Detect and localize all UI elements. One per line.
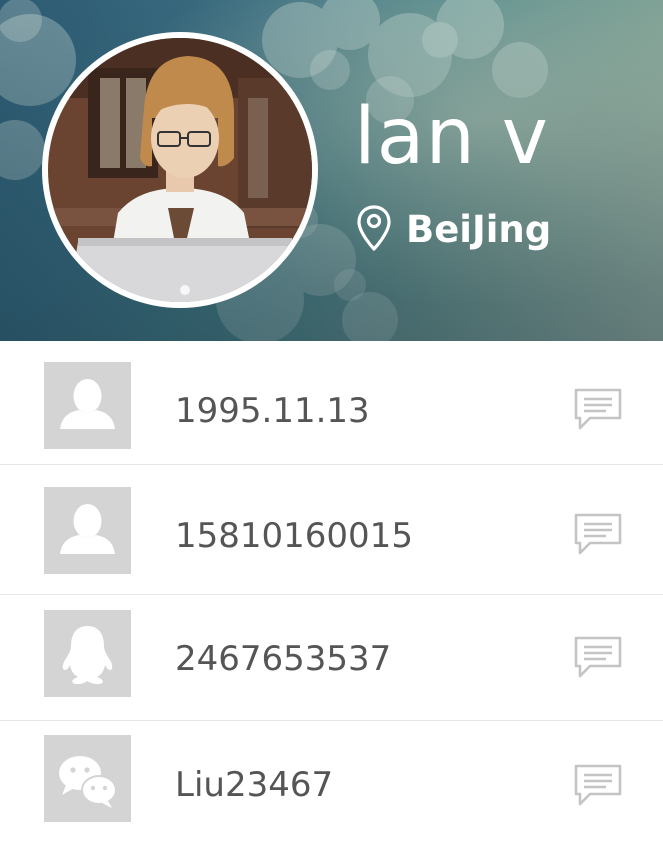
profile-card: lan v BeiJing 1995.11.13 15810160015 246…	[0, 0, 663, 841]
wechat-icon	[44, 735, 131, 822]
list-item-phone[interactable]: 15810160015	[0, 465, 663, 595]
phone-value: 15810160015	[175, 516, 413, 556]
list-item-birthday[interactable]: 1995.11.13	[0, 341, 663, 465]
list-item-wechat[interactable]: Liu23467	[0, 721, 663, 841]
profile-header: lan v BeiJing	[0, 0, 663, 341]
message-icon[interactable]	[572, 512, 624, 558]
avatar-frame	[42, 32, 318, 308]
message-icon[interactable]	[572, 635, 624, 681]
wechat-value: Liu23467	[175, 765, 334, 805]
person-icon	[44, 362, 131, 449]
profile-photo	[48, 38, 312, 302]
qq-value: 2467653537	[175, 639, 392, 679]
birthday-value: 1995.11.13	[175, 391, 370, 431]
list-item-qq[interactable]: 2467653537	[0, 595, 663, 721]
user-location: BeiJing	[406, 208, 552, 251]
qq-penguin-icon	[44, 610, 131, 697]
message-icon[interactable]	[572, 763, 624, 809]
map-pin-icon	[357, 205, 391, 251]
user-name: lan v	[354, 92, 549, 182]
message-icon[interactable]	[572, 387, 624, 433]
avatar[interactable]	[48, 38, 312, 302]
person-icon	[44, 487, 131, 574]
